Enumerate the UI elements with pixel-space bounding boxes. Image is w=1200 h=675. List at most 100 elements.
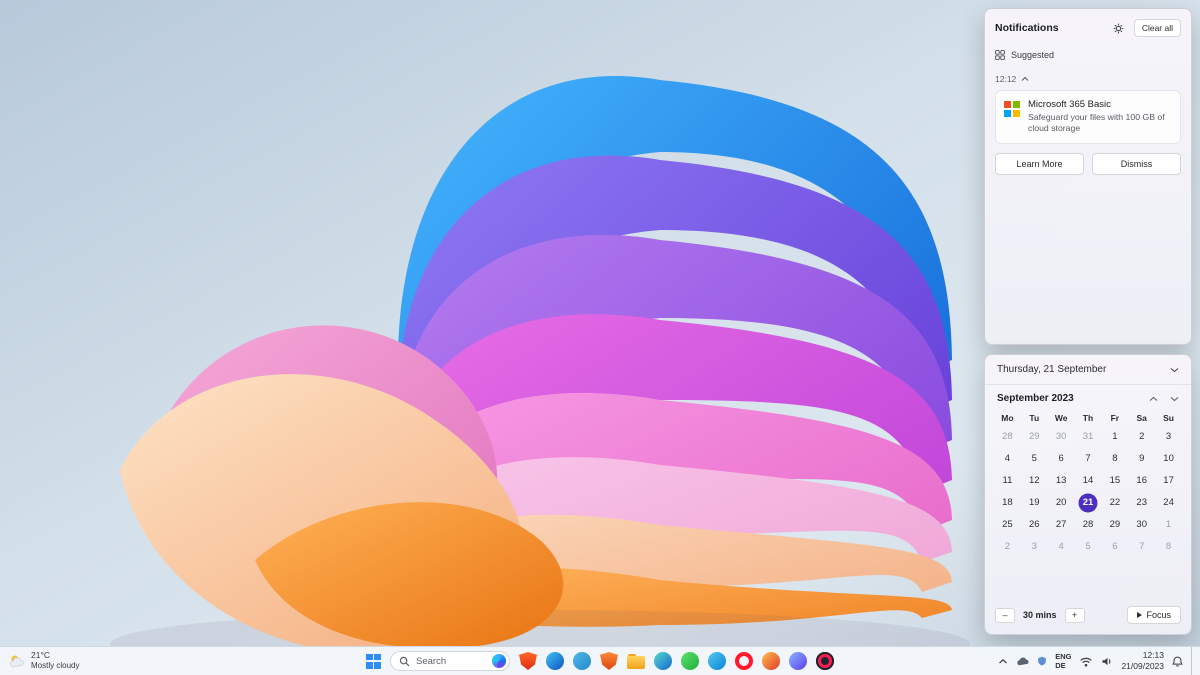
calendar-day[interactable]: 2 (1128, 426, 1155, 448)
calendar-day[interactable]: 7 (1128, 536, 1155, 558)
volume-icon[interactable] (1101, 656, 1113, 667)
windows-logo-icon (366, 654, 373, 661)
bing-icon[interactable] (492, 654, 506, 668)
notification-bell-icon[interactable] (1172, 656, 1183, 667)
clear-all-button[interactable]: Clear all (1134, 19, 1181, 37)
windows-logo-icon (366, 662, 373, 669)
calendar-day[interactable]: 28 (1075, 514, 1102, 536)
calendar-day[interactable]: 12 (1021, 470, 1048, 492)
calendar-day[interactable]: 11 (994, 470, 1021, 492)
notification-settings-button[interactable] (1110, 20, 1128, 36)
calendar-day[interactable]: 30 (1048, 426, 1075, 448)
calendar-day[interactable]: 27 (1048, 514, 1075, 536)
calendar-day[interactable]: 29 (1021, 426, 1048, 448)
calendar-day[interactable]: 9 (1128, 448, 1155, 470)
calendar-day[interactable]: 3 (1021, 536, 1048, 558)
calendar-day-selected[interactable]: 21 (1075, 492, 1102, 514)
calendar-day[interactable]: 13 (1048, 470, 1075, 492)
tray-time: 12:13 (1121, 650, 1164, 661)
show-desktop-button[interactable] (1191, 647, 1195, 675)
telegram-icon[interactable] (573, 652, 591, 670)
calendar-day[interactable]: 31 (1075, 426, 1102, 448)
file-explorer-icon[interactable] (627, 652, 645, 670)
copilot-icon[interactable] (789, 652, 807, 670)
skype-icon[interactable] (708, 652, 726, 670)
firefox-icon[interactable] (762, 652, 780, 670)
calendar-day[interactable]: 29 (1101, 514, 1128, 536)
calendar-day[interactable]: 2 (994, 536, 1021, 558)
calendar-day[interactable]: 24 (1155, 492, 1182, 514)
calendar-dow: Sa (1128, 409, 1155, 426)
windows-logo-icon (374, 654, 381, 661)
taskbar-apps (519, 652, 834, 670)
calendar-day[interactable]: 19 (1021, 492, 1048, 514)
widgets-weather-button[interactable]: 21°C Mostly cloudy (8, 647, 79, 675)
opera-icon[interactable] (735, 652, 753, 670)
calendar-day[interactable]: 5 (1075, 536, 1102, 558)
notification-app-name: Microsoft 365 Basic (1028, 99, 1170, 110)
security-shield-icon[interactable] (1037, 656, 1047, 667)
edge-beta-icon[interactable] (654, 652, 672, 670)
calendar-day[interactable]: 6 (1101, 536, 1128, 558)
clock-date-button[interactable]: 12:13 21/09/2023 (1121, 650, 1164, 671)
calendar-day[interactable]: 1 (1101, 426, 1128, 448)
calendar-month-label: September 2023 (997, 393, 1149, 404)
calendar-day[interactable]: 3 (1155, 426, 1182, 448)
suggested-section-header[interactable]: Suggested (995, 50, 1181, 60)
calendar-day[interactable]: 6 (1048, 448, 1075, 470)
suggested-label: Suggested (1011, 50, 1054, 60)
focus-session-bar: – 30 mins + Focus (985, 598, 1191, 634)
gear-icon (1113, 23, 1124, 34)
onedrive-cloud-icon[interactable] (1016, 656, 1029, 666)
notification-actions: Learn More Dismiss (995, 153, 1181, 175)
notification-group-header[interactable]: 12:12 (995, 74, 1181, 84)
calendar-day[interactable]: 26 (1021, 514, 1048, 536)
calendar-day[interactable]: 7 (1075, 448, 1102, 470)
dismiss-button[interactable]: Dismiss (1092, 153, 1181, 175)
calendar-day[interactable]: 25 (994, 514, 1021, 536)
calendar-day[interactable]: 8 (1101, 448, 1128, 470)
wifi-icon[interactable] (1079, 656, 1093, 667)
calendar-day[interactable]: 5 (1021, 448, 1048, 470)
calendar-day[interactable]: 10 (1155, 448, 1182, 470)
calendar-day[interactable]: 22 (1101, 492, 1128, 514)
calendar-day[interactable]: 15 (1101, 470, 1128, 492)
calendar-day[interactable]: 28 (994, 426, 1021, 448)
taskbar: 21°C Mostly cloudy Search ENG (0, 646, 1200, 675)
calendar-day[interactable]: 17 (1155, 470, 1182, 492)
suggested-grid-icon (995, 50, 1005, 60)
notification-center-panel: Notifications Clear all Suggested 12:12 … (984, 8, 1192, 345)
notification-message: Safeguard your files with 100 GB of clou… (1028, 112, 1170, 135)
calendar-day[interactable]: 4 (1048, 536, 1075, 558)
language-indicator[interactable]: ENG DE (1055, 652, 1071, 670)
edge-icon[interactable] (546, 652, 564, 670)
chevron-down-icon (1170, 367, 1179, 373)
show-hidden-icons-chevron-icon[interactable] (998, 658, 1008, 665)
calendar-day[interactable]: 30 (1128, 514, 1155, 536)
calendar-day[interactable]: 4 (994, 448, 1021, 470)
focus-minutes-increase-button[interactable]: + (1065, 608, 1085, 623)
calendar-dow: Su (1155, 409, 1182, 426)
opera-gx-icon[interactable] (816, 652, 834, 670)
calendar-month-nav (1149, 396, 1179, 402)
focus-minutes-decrease-button[interactable]: – (995, 608, 1015, 623)
calendar-day[interactable]: 20 (1048, 492, 1075, 514)
brave-beta-icon[interactable] (600, 652, 618, 670)
search-box[interactable]: Search (390, 651, 510, 671)
calendar-day[interactable]: 16 (1128, 470, 1155, 492)
calendar-day[interactable]: 14 (1075, 470, 1102, 492)
chevron-down-icon[interactable] (1170, 396, 1179, 402)
chevron-up-icon[interactable] (1149, 396, 1158, 402)
learn-more-button[interactable]: Learn More (995, 153, 1084, 175)
notification-card[interactable]: Microsoft 365 Basic Safeguard your files… (995, 90, 1181, 144)
whatsapp-icon[interactable] (681, 652, 699, 670)
focus-start-button[interactable]: Focus (1127, 606, 1181, 624)
calendar-day[interactable]: 18 (994, 492, 1021, 514)
start-button[interactable] (366, 654, 381, 669)
brave-icon[interactable] (519, 652, 537, 670)
calendar-date-header[interactable]: Thursday, 21 September (985, 355, 1191, 385)
calendar-day[interactable]: 23 (1128, 492, 1155, 514)
calendar-month-row: September 2023 (985, 385, 1191, 407)
calendar-day[interactable]: 8 (1155, 536, 1182, 558)
calendar-day[interactable]: 1 (1155, 514, 1182, 536)
